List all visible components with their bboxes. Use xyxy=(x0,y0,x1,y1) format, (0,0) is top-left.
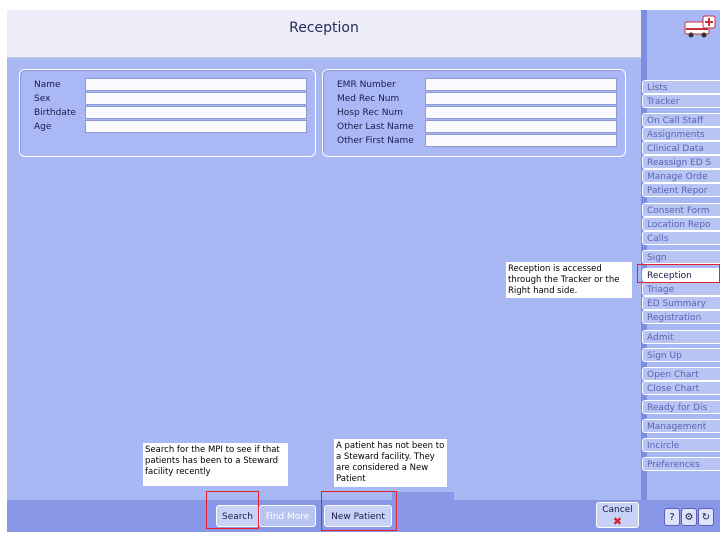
other-first-name-input[interactable] xyxy=(425,134,617,147)
sidebar-item-on-call-staff[interactable]: On Call Staff xyxy=(642,113,720,127)
page-title: Reception xyxy=(289,20,359,36)
sidebar-item-preferences[interactable]: Preferences xyxy=(642,457,720,471)
med-rec-num-input[interactable] xyxy=(425,92,617,105)
cancel-x-icon: ✖ xyxy=(612,515,623,528)
sidebar-item-open-chart[interactable]: Open Chart xyxy=(642,367,720,381)
field-label-age: Age xyxy=(34,122,52,132)
birthdate-input[interactable] xyxy=(85,106,307,119)
field-label-sex: Sex xyxy=(34,94,51,104)
sidebar-item-tracker[interactable]: Tracker xyxy=(642,94,720,108)
sidebar-item-calls[interactable]: Calls xyxy=(642,231,720,245)
highlight-reception xyxy=(637,264,720,283)
age-input[interactable] xyxy=(85,120,307,133)
sidebar-item-assignments[interactable]: Assignments xyxy=(642,127,720,141)
field-label-name: Name xyxy=(34,80,61,90)
field-label-other-last-name: Other Last Name xyxy=(337,122,414,132)
sidebar-item-clinical-data[interactable]: Clinical Data xyxy=(642,141,720,155)
sidebar-item-ed-summary[interactable]: ED Summary xyxy=(642,296,720,310)
highlight-new-patient xyxy=(321,491,397,531)
header-bar: Reception xyxy=(7,10,641,58)
reception-annotation: Reception is accessed through the Tracke… xyxy=(506,262,632,298)
sidebar-item-location-report[interactable]: Location Repo xyxy=(642,217,720,231)
emr-number-input[interactable] xyxy=(425,78,617,91)
sidebar-item-triage[interactable]: Triage xyxy=(642,282,720,296)
cancel-button[interactable]: Cancel ✖ xyxy=(596,502,639,528)
sidebar-item-management[interactable]: Management xyxy=(642,419,720,433)
field-label-hosp-rec-num: Hosp Rec Num xyxy=(337,108,403,118)
sidebar-item-lists[interactable]: Lists xyxy=(642,80,720,94)
field-label-med-rec-num: Med Rec Num xyxy=(337,94,400,104)
sidebar-item-patient-report[interactable]: Patient Repor xyxy=(642,183,720,197)
new-patient-annotation: A patient has not been to a Steward faci… xyxy=(334,439,447,487)
sidebar-item-admit[interactable]: Admit xyxy=(642,330,720,344)
settings-icon[interactable]: ⚙ xyxy=(681,508,697,526)
other-last-name-input[interactable] xyxy=(425,120,617,133)
help-button[interactable]: ? xyxy=(664,508,680,526)
sidebar-item-sign[interactable]: Sign xyxy=(642,250,720,264)
highlight-search xyxy=(206,491,259,529)
field-label-emr-number: EMR Number xyxy=(337,80,396,90)
sidebar-item-reassign-ed[interactable]: Reassign ED S xyxy=(642,155,720,169)
toolbar-tab xyxy=(392,492,454,510)
sex-input[interactable] xyxy=(85,92,307,105)
sidebar-item-consent-form[interactable]: Consent Form xyxy=(642,203,720,217)
find-more-button[interactable]: Find More xyxy=(259,505,316,527)
sidebar-item-incircle[interactable]: Incircle xyxy=(642,438,720,452)
sidebar-item-ready-for-discharge[interactable]: Ready for Dis xyxy=(642,400,720,414)
hosp-rec-num-input[interactable] xyxy=(425,106,617,119)
sidebar-item-close-chart[interactable]: Close Chart xyxy=(642,381,720,395)
field-label-other-first-name: Other First Name xyxy=(337,136,414,146)
sidebar-item-sign-up[interactable]: Sign Up xyxy=(642,348,720,362)
search-annotation: Search for the MPI to see if that patien… xyxy=(143,443,288,486)
refresh-icon[interactable]: ↻ xyxy=(698,508,714,526)
field-label-birthdate: Birthdate xyxy=(34,108,76,118)
sidebar-item-registration[interactable]: Registration xyxy=(642,310,720,324)
name-input[interactable] xyxy=(85,78,307,91)
ambulance-icon xyxy=(684,15,716,38)
sidebar-item-manage-orders[interactable]: Manage Orde xyxy=(642,169,720,183)
